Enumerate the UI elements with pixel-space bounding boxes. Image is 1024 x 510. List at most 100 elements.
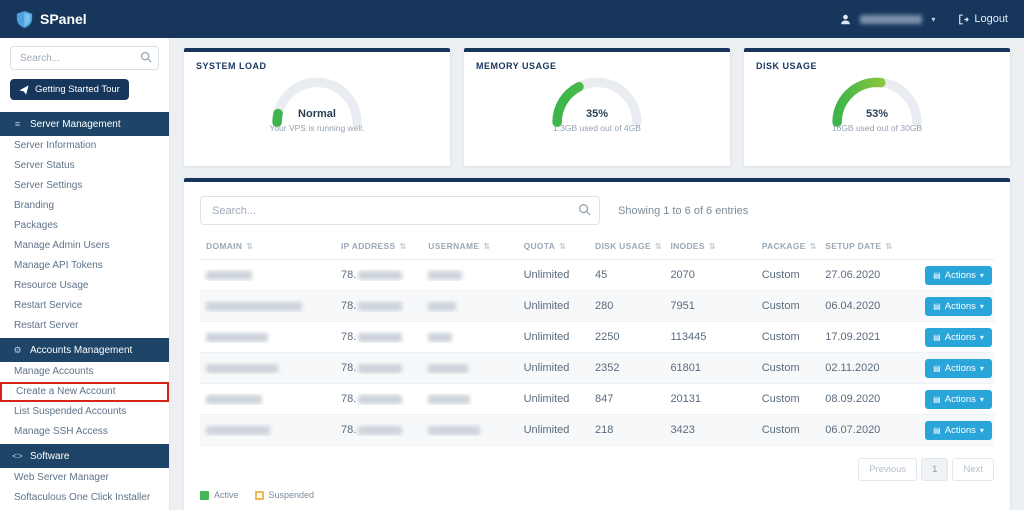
disk-usage-cell: 280: [595, 300, 614, 312]
quota-cell: Unlimited: [523, 269, 570, 281]
username-cell: [422, 331, 517, 343]
chevron-down-icon: ▾: [979, 394, 984, 404]
brand-logo[interactable]: SPanel: [16, 10, 87, 29]
gear-icon: ⚙: [13, 344, 22, 355]
sidebar-item-restart-service[interactable]: Restart Service: [0, 296, 169, 316]
sidebar-item-softaculous-one-click-installer[interactable]: Softaculous One Click Installer: [0, 488, 169, 508]
gauge-value: 35%: [585, 108, 609, 120]
sidebar-item-server-settings[interactable]: Server Settings: [0, 176, 169, 196]
column-header-disk-usage[interactable]: DISK USAGE ⇅: [589, 241, 664, 251]
column-header-username[interactable]: USERNAME ⇅: [422, 241, 517, 251]
account-row: 78. Unlimited 280 7951 Custom 06.04.2020…: [200, 291, 994, 322]
edit-icon: ▤: [933, 332, 941, 342]
sort-icon: ⇅: [809, 241, 817, 251]
sidebar-item-manage-accounts[interactable]: Manage Accounts: [0, 362, 169, 382]
account-row: 78. Unlimited 2250 113445 Custom 17.09.2…: [200, 322, 994, 353]
table-search: [200, 196, 600, 225]
section-label: Server Management: [30, 118, 121, 130]
search-icon: [140, 51, 152, 63]
column-header-inodes[interactable]: INODES ⇅: [664, 241, 755, 251]
actions-button[interactable]: ▤ Actions ▾: [925, 358, 992, 378]
inodes-cell: 2070: [670, 269, 695, 281]
sort-icon: ⇅: [708, 241, 716, 251]
account-row: 78. Unlimited 2352 61801 Custom 02.11.20…: [200, 353, 994, 384]
username-cell: [422, 300, 517, 312]
sidebar-section-server-management[interactable]: ≡ Server Management: [0, 112, 169, 136]
inodes-cell: 20131: [670, 393, 702, 405]
package-cell: Custom: [761, 362, 800, 374]
pagination: Previous 1 Next: [200, 458, 994, 481]
username-cell: [422, 362, 517, 374]
account-row: 78. Unlimited 847 20131 Custom 08.09.202…: [200, 384, 994, 415]
stat-cards-row: SYSTEM LOAD Normal Your VPS is running w…: [184, 48, 1010, 166]
legend-active: Active: [200, 490, 239, 500]
section-label: Accounts Management: [30, 344, 133, 356]
username-redacted[interactable]: [860, 14, 923, 24]
logout-button[interactable]: Logout: [958, 13, 1008, 25]
actions-button[interactable]: ▤ Actions ▾: [925, 420, 992, 440]
sidebar-item-server-status[interactable]: Server Status: [0, 156, 169, 176]
sidebar-item-resource-usage[interactable]: Resource Usage: [0, 276, 169, 296]
disk-usage-cell: 218: [595, 424, 614, 436]
package-cell: Custom: [761, 269, 800, 281]
sidebar-section-software[interactable]: <> Software: [0, 444, 169, 468]
sidebar-item-manage-admin-users[interactable]: Manage Admin Users: [0, 236, 169, 256]
setup-date-cell: 27.06.2020: [825, 269, 881, 281]
actions-button[interactable]: ▤ Actions ▾: [925, 265, 992, 285]
sidebar-search: [10, 46, 159, 70]
sidebar-item-server-information[interactable]: Server Information: [0, 136, 169, 156]
card-title: DISK USAGE: [756, 61, 818, 71]
column-header-quota[interactable]: QUOTA ⇅: [518, 241, 589, 251]
table-body: 78. Unlimited 45 2070 Custom 27.06.2020 …: [200, 260, 994, 446]
pagination-page-1-button[interactable]: 1: [921, 458, 949, 481]
sort-icon: ⇅: [885, 241, 893, 251]
edit-icon: ▤: [933, 425, 941, 435]
disk-usage-cell: 2352: [595, 362, 620, 374]
chevron-down-icon: ▾: [979, 332, 984, 342]
chevron-down-icon: ▾: [979, 425, 984, 435]
pagination-next-button[interactable]: Next: [952, 458, 994, 481]
column-header-package[interactable]: PACKAGE ⇅: [756, 241, 820, 251]
edit-icon: ▤: [933, 301, 941, 311]
sidebar-section-accounts-management[interactable]: ⚙ Accounts Management: [0, 338, 169, 362]
getting-started-tour-button[interactable]: Getting Started Tour: [10, 79, 129, 100]
domain-cell: [200, 424, 335, 436]
actions-button[interactable]: ▤ Actions ▾: [925, 389, 992, 409]
sort-icon: ⇅: [399, 241, 407, 251]
table-search-input[interactable]: [200, 196, 600, 225]
actions-button[interactable]: ▤ Actions ▾: [925, 296, 992, 316]
sidebar-item-web-server-manager[interactable]: Web Server Manager: [0, 468, 169, 488]
domain-cell: [200, 331, 335, 343]
setup-date-cell: 06.04.2020: [825, 300, 881, 312]
account-row: 78. Unlimited 45 2070 Custom 27.06.2020 …: [200, 260, 994, 291]
pagination-previous-button[interactable]: Previous: [858, 458, 918, 481]
sidebar-item-branding[interactable]: Branding: [0, 196, 169, 216]
column-header-domain[interactable]: DOMAIN ⇅: [200, 241, 335, 251]
gauge-value: Normal: [298, 108, 336, 120]
sidebar-search-input[interactable]: [10, 46, 159, 70]
logout-label: Logout: [974, 13, 1008, 25]
sort-icon: ⇅: [246, 241, 254, 251]
sidebar-item-packages[interactable]: Packages: [0, 216, 169, 236]
disk-usage-card: DISK USAGE 53% 16GB used out of 30GB: [744, 48, 1010, 166]
sidebar-item-manage-api-tokens[interactable]: Manage API Tokens: [0, 256, 169, 276]
column-header-setup-date[interactable]: SETUP DATE ⇅: [819, 241, 914, 251]
quota-cell: Unlimited: [523, 424, 570, 436]
chevron-down-icon[interactable]: ▾: [931, 15, 935, 24]
domain-cell: [200, 362, 335, 374]
sidebar-item-list-suspended-accounts[interactable]: List Suspended Accounts: [0, 402, 169, 422]
sidebar-item-create-a-new-account[interactable]: Create a New Account: [0, 382, 169, 402]
server-icon: ≡: [14, 119, 21, 129]
tour-plane-icon: [19, 84, 29, 95]
brand-name: SPanel: [40, 11, 87, 27]
search-icon: [579, 204, 591, 216]
quota-cell: Unlimited: [523, 362, 570, 374]
actions-button[interactable]: ▤ Actions ▾: [925, 327, 992, 347]
username-cell: [422, 424, 517, 436]
column-header-ip-address[interactable]: IP ADDRESS ⇅: [335, 241, 422, 251]
ip-cell: 78.: [335, 424, 422, 436]
sidebar-item-restart-server[interactable]: Restart Server: [0, 316, 169, 336]
ip-cell: 78.: [335, 393, 422, 405]
sidebar-item-manage-ssh-access[interactable]: Manage SSH Access: [0, 422, 169, 442]
domain-cell: [200, 269, 335, 281]
